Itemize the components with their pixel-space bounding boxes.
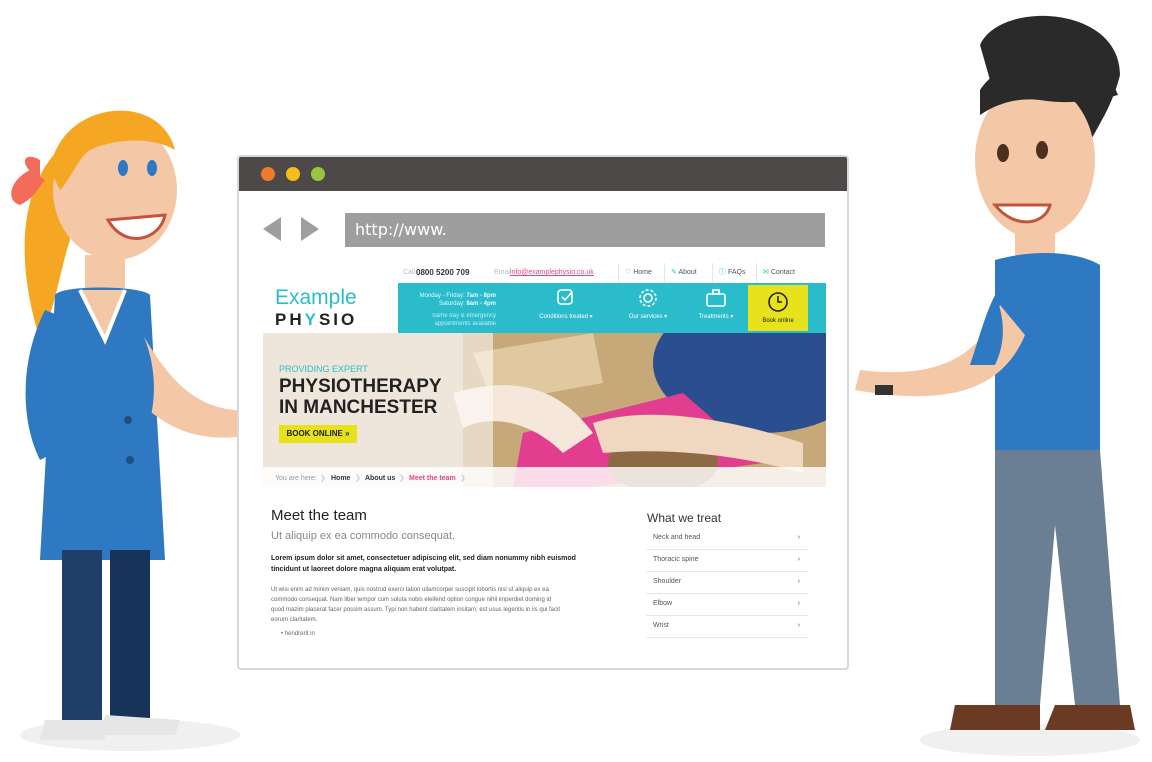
website-viewport: Call 0800 5200 709 Email info@examplephy…: [263, 263, 826, 651]
top-link-faqs-label: FAQs: [727, 269, 746, 276]
nav-treatments-label: Treatments: [698, 314, 729, 320]
weekday-label: Monday - Friday:: [419, 293, 465, 299]
lead-paragraph: Lorem ipsum dolor sit amet, consectetuer…: [271, 553, 621, 575]
call-label: Call: [403, 269, 416, 276]
nav-conditions-treated[interactable]: Conditions treated ▾: [536, 287, 596, 329]
body-line-2: commodo consequat. Nam liber tempor cum …: [271, 597, 552, 603]
hero-book-online-button[interactable]: BOOK ONLINE »: [279, 425, 357, 443]
maximize-dot[interactable]: [311, 167, 325, 181]
list-item: • hendrerit in: [281, 631, 315, 637]
back-arrow-icon[interactable]: [263, 217, 283, 241]
nav-services-label: Our services: [628, 314, 663, 320]
briefcase-icon: [706, 289, 726, 307]
logo-physio-part2: SIO: [318, 310, 358, 329]
sidebar-item-elbow[interactable]: Elbow ›: [646, 593, 808, 616]
page-subtitle: Ut aliquip ex ea commodo consequat.: [271, 530, 456, 542]
body-line-1: Ut wisi enim ad minim veniam, quis nostr…: [271, 587, 549, 593]
email-link[interactable]: info@examplephysio.co.uk: [510, 263, 594, 283]
sidebar-item-label: Shoulder: [653, 578, 682, 585]
sidebar-item-label: Thoracic spine: [653, 556, 699, 563]
gear-icon: [639, 289, 657, 307]
email-label: Email: [494, 269, 512, 276]
hero-kicker: PROVIDING EXPERT: [279, 364, 368, 374]
logo-example[interactable]: Example: [275, 286, 357, 310]
hero-title-line2: IN MANCHESTER: [279, 397, 438, 418]
saturday-label: Saturday:: [438, 301, 465, 307]
breadcrumb-chevron-icon: ❯: [355, 475, 361, 482]
page-title: Meet the team: [271, 507, 367, 524]
hero-title-line1: PHYSIOTHERAPY: [279, 376, 442, 397]
breadcrumb-current: Meet the team: [409, 475, 456, 482]
logo-physio[interactable]: PHYSIO: [275, 310, 357, 330]
minimize-dot[interactable]: [286, 167, 300, 181]
sidebar-item-thoracic-spine[interactable]: Thoracic spine ›: [646, 549, 808, 572]
phone-number[interactable]: 0800 5200 709: [416, 263, 469, 283]
body-line-3: quod mazim placerat facer possim assum. …: [271, 607, 561, 613]
book-online-nav-label: Book online: [762, 318, 794, 324]
top-link-faqs[interactable]: ⓘ FAQs: [712, 263, 756, 283]
top-link-home-label: Home: [633, 269, 652, 276]
logo-physio-part1: PH: [275, 310, 305, 329]
browser-titlebar: [239, 157, 847, 191]
site-header: Example PHYSIO Monday - Friday: 7am - 8p…: [263, 283, 826, 333]
chevron-right-icon: ›: [797, 578, 800, 585]
sidebar-item-neck-and-head[interactable]: Neck and head ›: [646, 527, 808, 550]
breadcrumb-chevron-icon: ❯: [399, 475, 405, 482]
lead-line-2: tincidunt ut laoreet dolore magna aliqua…: [271, 566, 457, 573]
chevron-right-icon: ›: [797, 556, 800, 563]
breadcrumb-chevron-icon: ❯: [320, 475, 326, 482]
browser-window: http://www. Call 0800 5200 709 Email inf…: [237, 155, 849, 670]
breadcrumb: You are here: ❯ Home ❯ About us ❯ Meet t…: [263, 467, 826, 491]
top-link-home[interactable]: ♡ Home: [618, 263, 664, 283]
top-link-about[interactable]: ✎ About: [664, 263, 712, 283]
bullet-text: hendrerit in: [284, 631, 315, 637]
weekday-value: 7am - 8pm: [466, 293, 496, 299]
sidebar-item-label: Elbow: [653, 600, 673, 607]
chevron-right-icon: ›: [797, 622, 800, 629]
sidebar-item-shoulder[interactable]: Shoulder ›: [646, 571, 808, 594]
logo-figure-icon: Y: [304, 310, 319, 329]
header-teal-band: Monday - Friday: 7am - 8pm Saturday: 9am…: [398, 283, 826, 333]
body-line-4: eorum claritatem.: [271, 617, 318, 623]
nav-treatments[interactable]: Treatments ▾: [686, 287, 746, 329]
saturday-value: 9am - 4pm: [466, 301, 496, 307]
hours-note-1: Same day & emergency: [431, 313, 496, 319]
hours-note-2: appointments available: [434, 321, 496, 327]
opening-hours: Monday - Friday: 7am - 8pm Saturday: 9am…: [416, 292, 496, 328]
close-dot[interactable]: [261, 167, 275, 181]
top-contact-bar: Call 0800 5200 709 Email info@examplephy…: [263, 263, 826, 284]
breadcrumb-about[interactable]: About us: [365, 467, 395, 491]
browser-toolbar: http://www.: [239, 191, 847, 257]
physio-man-illustration: [855, 15, 1140, 756]
forward-arrow-icon[interactable]: [299, 217, 319, 241]
nav-conditions-label: Conditions treated: [539, 314, 588, 320]
hero-banner: PROVIDING EXPERT PHYSIOTHERAPY IN MANCHE…: [263, 333, 826, 487]
address-bar[interactable]: http://www.: [345, 213, 825, 247]
hero-title: PHYSIOTHERAPY IN MANCHESTER: [279, 376, 442, 418]
sidebar-item-label: Wrist: [653, 622, 669, 629]
sidebar-title: What we treat: [647, 511, 722, 525]
sidebar-item-label: Neck and head: [653, 534, 701, 541]
top-link-contact[interactable]: ✉ Contact: [756, 263, 808, 283]
breadcrumb-label: You are here:: [275, 475, 317, 482]
breadcrumb-chevron-icon: ❯: [460, 475, 466, 482]
breadcrumb-home[interactable]: Home: [331, 467, 350, 491]
top-link-about-label: About: [678, 269, 697, 276]
nav-our-services[interactable]: Our services ▾: [618, 287, 678, 329]
clock-icon: [768, 292, 788, 312]
checklist-icon: [557, 289, 573, 305]
top-link-contact-label: Contact: [770, 269, 795, 276]
chevron-right-icon: ›: [797, 534, 800, 541]
sidebar-item-wrist[interactable]: Wrist ›: [646, 615, 808, 638]
body-paragraph: Ut wisi enim ad minim veniam, quis nostr…: [271, 585, 621, 625]
chevron-right-icon: ›: [797, 600, 800, 607]
book-online-nav-button[interactable]: Book online: [748, 285, 808, 331]
lead-line-1: Lorem ipsum dolor sit amet, consectetuer…: [271, 555, 576, 562]
